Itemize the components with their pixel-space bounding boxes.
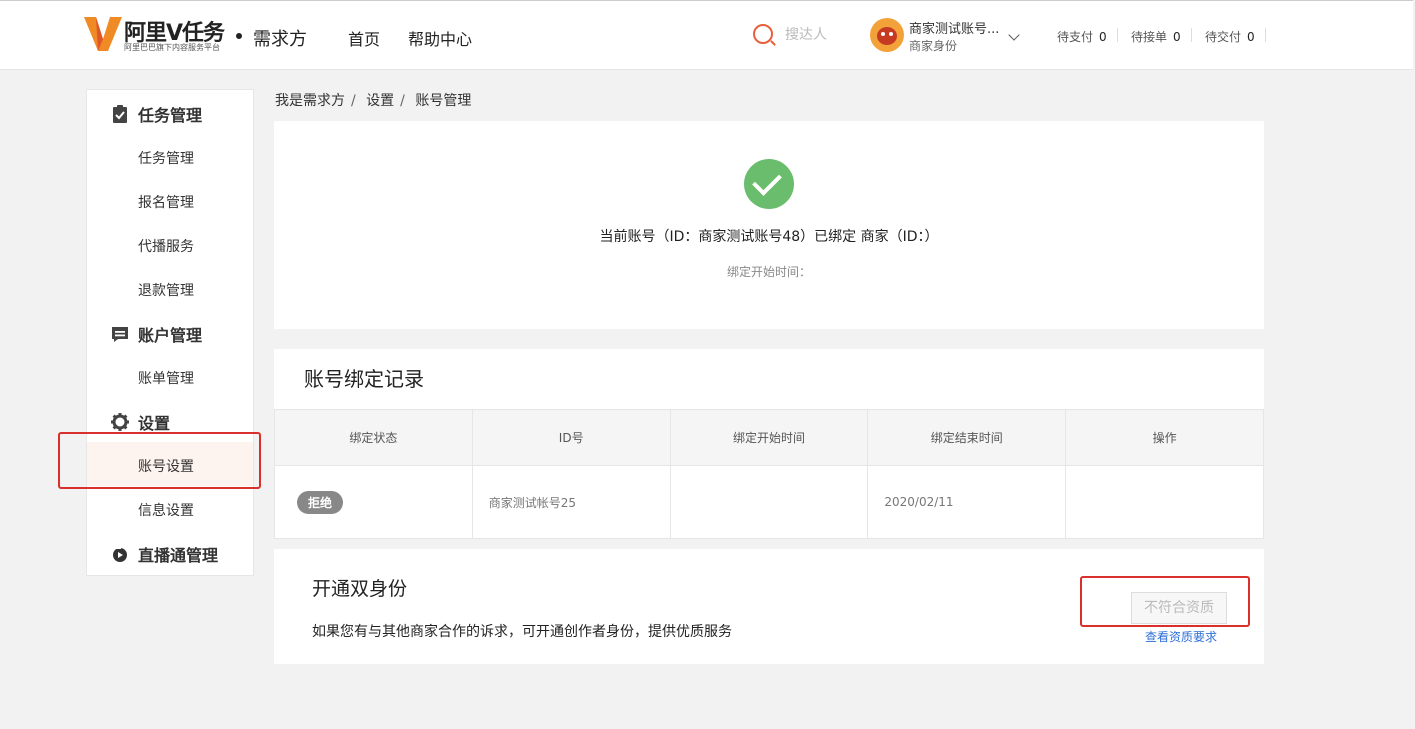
annotation-highlight [58,432,261,489]
bind-status-card: 当前账号（ID：商家测试账号48）已绑定 商家（ID：） 绑定开始时间： [274,121,1264,329]
column-header: 绑定状态 [274,409,473,466]
sidebar-item-refund-management[interactable]: 退款管理 [138,280,194,300]
table-row: 拒绝 商家测试帐号25 2020/02/11 [274,465,1264,539]
breadcrumb-item[interactable]: 我是需求方 [275,93,345,109]
live-icon [113,546,127,562]
sidebar-item-proxy-broadcast[interactable]: 代播服务 [138,236,194,256]
stat-pending-payment[interactable]: 待支付 0 [1057,28,1107,45]
breadcrumb-separator: / [351,93,356,109]
nav-help-center[interactable]: 帮助中心 [408,26,472,50]
search-placeholder: 搜达人 [785,27,827,43]
breadcrumb-current: 账号管理 [415,93,472,109]
sidebar-group-label: 账户管理 [138,326,203,345]
stat-value: 0 [1247,30,1255,44]
dual-identity-title: 开通双身份 [312,578,408,600]
avatar-eye-icon [881,32,885,36]
records-table: 绑定状态 ID号 绑定开始时间 绑定结束时间 操作 拒绝 商家测试帐号25 20… [274,409,1264,539]
sidebar-group-account[interactable]: 账户管理 [110,322,202,346]
bind-start-time: 绑定开始时间： [726,265,811,279]
stat-label: 待支付 [1057,30,1094,44]
avatar-eye-icon [889,32,893,36]
stat-pending-delivery[interactable]: 待交付 0 [1205,28,1255,45]
view-requirements-link[interactable]: 查看资质要求 [1145,628,1217,645]
sidebar-item-bill-management[interactable]: 账单管理 [138,368,194,388]
end-time-cell: 2020/02/11 [867,465,1067,539]
logo[interactable]: 阿里V任务 阿里巴巴旗下内容服务平台 [84,15,244,55]
top-header: 阿里V任务 阿里巴巴旗下内容服务平台 需求方 首页 帮助中心 搜达人 商家测试账… [0,0,1413,70]
message-icon [112,327,128,342]
status-cell: 拒绝 [274,465,473,539]
nav-home[interactable]: 首页 [348,26,380,50]
clipboard-icon [113,105,127,123]
bind-records-card: 账号绑定记录 绑定状态 ID号 绑定开始时间 绑定结束时间 操作 拒绝 商家测试… [274,349,1264,539]
column-header: 操作 [1065,409,1264,466]
dual-identity-description: 如果您有与其他商家合作的诉求，可开通创作者身份，提供优质服务 [312,624,732,640]
sidebar-item-signup-management[interactable]: 报名管理 [138,192,194,212]
avatar[interactable] [870,18,904,52]
breadcrumb: 我是需求方 / 设置 / 账号管理 [275,90,477,110]
records-title: 账号绑定记录 [304,367,424,391]
stat-value: 0 [1099,30,1107,44]
stat-label: 待交付 [1205,30,1242,44]
sidebar-group-label: 直播通管理 [138,546,219,565]
stat-value: 0 [1173,30,1181,44]
logo-subtitle: 阿里巴巴旗下内容服务平台 [124,43,220,52]
divider [1265,28,1266,42]
status-badge: 拒绝 [297,490,344,514]
chevron-down-icon[interactable] [1008,29,1020,41]
divider [1117,28,1118,42]
start-time-cell [669,465,869,539]
action-cell [1065,465,1264,539]
divider [1191,28,1192,42]
role-label: 需求方 [253,29,307,50]
id-cell: 商家测试帐号25 [471,465,671,539]
success-check-icon [744,159,794,209]
sidebar-group-settings[interactable]: 设置 [110,410,170,434]
gear-icon [111,413,129,431]
stat-label: 待接单 [1131,30,1168,44]
stat-pending-order[interactable]: 待接单 0 [1131,28,1181,45]
bind-status-message: 当前账号（ID：商家测试账号48）已绑定 商家（ID：） [599,229,939,245]
sidebar-group-label: 任务管理 [138,106,203,125]
logo-v-icon [84,17,122,51]
sidebar-item-task-management[interactable]: 任务管理 [138,148,194,168]
breadcrumb-item[interactable]: 设置 [366,93,394,109]
sidebar: 任务管理 任务管理 报名管理 代播服务 退款管理 账户管理 账单管理 设置 账号… [86,89,254,576]
column-header: ID号 [471,409,671,466]
user-role: 商家身份 [909,39,958,53]
logo-dot [236,33,242,39]
breadcrumb-separator: / [400,93,405,109]
sidebar-group-live[interactable]: 直播通管理 [110,542,218,566]
avatar-face-icon [877,27,897,45]
sidebar-group-label: 设置 [138,414,171,433]
sidebar-item-info-settings[interactable]: 信息设置 [138,500,194,520]
annotation-highlight [1080,576,1250,627]
search-box[interactable]: 搜达人 [753,24,827,44]
column-header: 绑定结束时间 [867,409,1067,466]
sidebar-group-tasks[interactable]: 任务管理 [110,102,202,126]
search-icon [753,24,773,44]
column-header: 绑定开始时间 [669,409,869,466]
user-name[interactable]: 商家测试账号... [909,18,999,37]
